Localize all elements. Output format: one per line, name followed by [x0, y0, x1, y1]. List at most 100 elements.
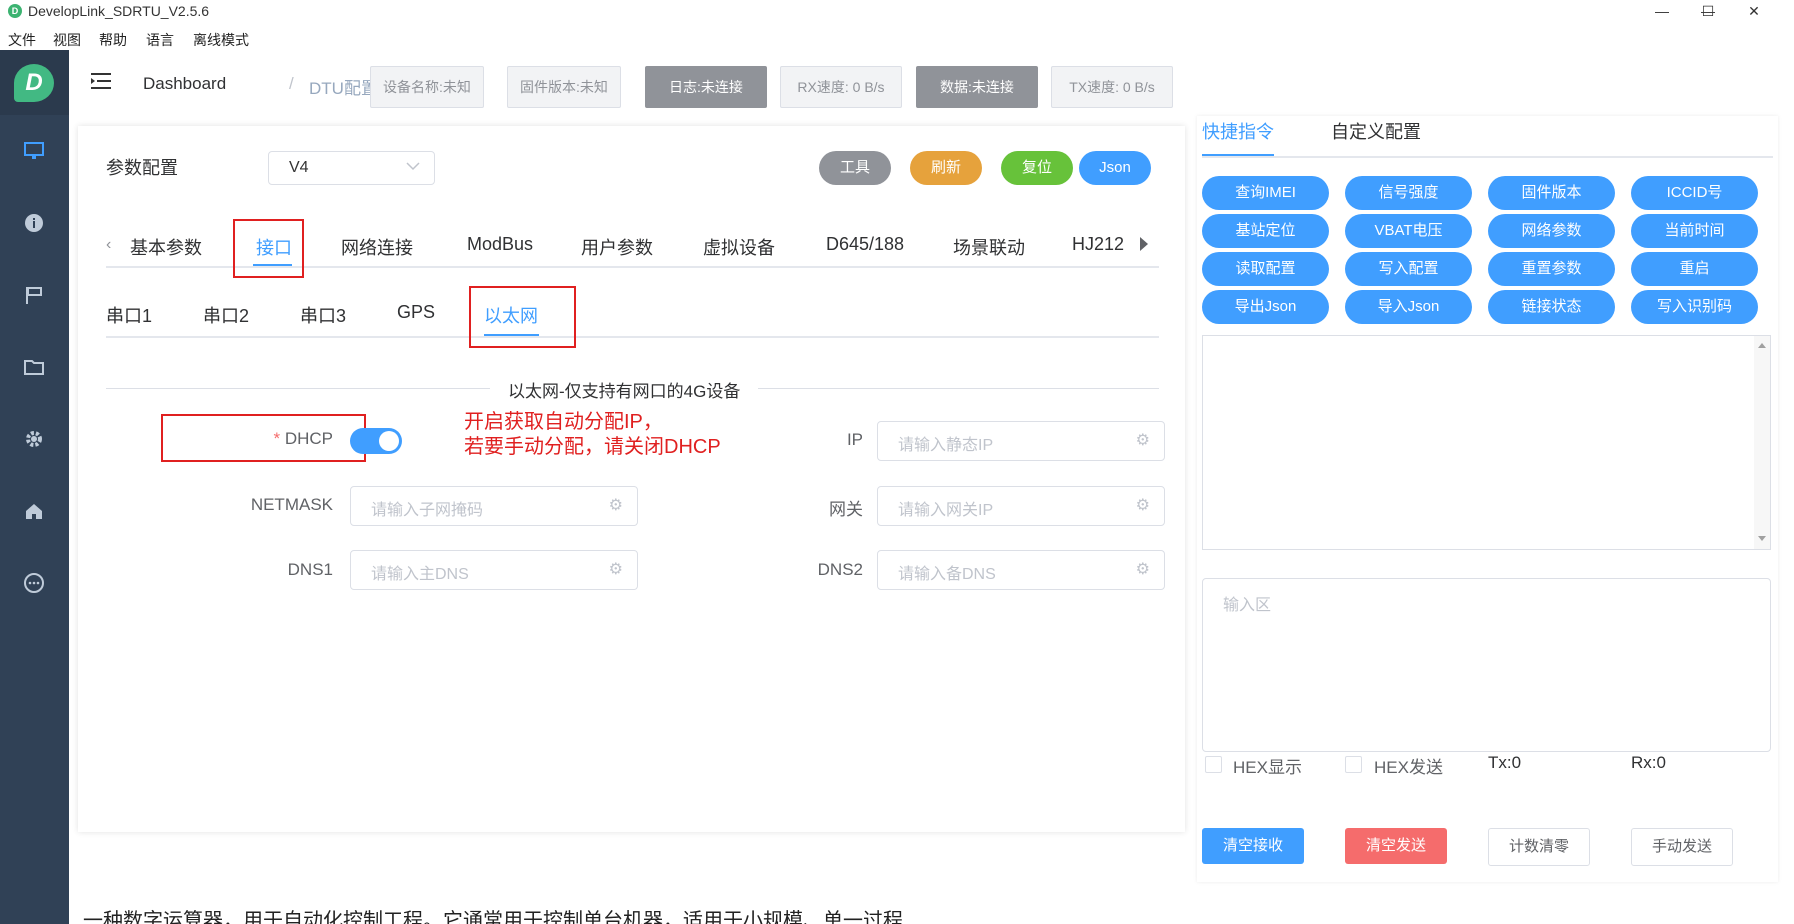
cmd-firmware-version[interactable]: 固件版本 [1488, 176, 1615, 210]
param-config-panel: 参数配置 V4 工具 刷新 复位 Json ‹ 基本参数 接口 网络连接 Mod… [78, 126, 1185, 832]
toggle-knob [379, 431, 399, 451]
tab-serial1[interactable]: 串口1 [106, 302, 152, 328]
cmd-link-status[interactable]: 链接状态 [1488, 290, 1615, 324]
cmd-iccid[interactable]: ICCID号 [1631, 176, 1758, 210]
clear-send-button[interactable]: 清空发送 [1345, 828, 1447, 864]
menu-file[interactable]: 文件 [8, 30, 36, 50]
tab-d645[interactable]: D645/188 [826, 234, 904, 255]
ip-placeholder: 请输入静态IP [898, 437, 994, 454]
tools-button[interactable]: 工具 [819, 151, 891, 185]
hex-display-label: HEX显示 [1233, 758, 1302, 777]
cmd-restart[interactable]: 重启 [1631, 252, 1758, 286]
tab-serial3[interactable]: 串口3 [300, 302, 346, 328]
quick-command-panel: 快捷指令 自定义配置 查询IMEI 信号强度 固件版本 ICCID号 基站定位 … [1197, 116, 1778, 882]
cmd-signal-strength[interactable]: 信号强度 [1345, 176, 1472, 210]
tab-user-params[interactable]: 用户参数 [581, 234, 653, 260]
refresh-button[interactable]: 刷新 [910, 151, 982, 185]
dhcp-label-text: DHCP [284, 429, 333, 448]
gear-icon[interactable]: ⚙ [1136, 559, 1150, 579]
cmd-import-json[interactable]: 导入Json [1345, 290, 1472, 324]
json-button[interactable]: Json [1079, 151, 1151, 185]
receive-area[interactable] [1202, 335, 1771, 550]
gear-icon[interactable]: ⚙ [1136, 430, 1150, 450]
hex-display-checkbox[interactable] [1205, 756, 1222, 773]
reset-button[interactable]: 复位 [1001, 151, 1073, 185]
cmd-write-config[interactable]: 写入配置 [1345, 252, 1472, 286]
window-close-button[interactable]: ✕ [1732, 0, 1776, 22]
panel-title: 参数配置 [106, 158, 178, 178]
menu-help[interactable]: 帮助 [99, 30, 127, 50]
flag-icon[interactable] [22, 284, 46, 308]
cmd-vbat-voltage[interactable]: VBAT电压 [1345, 214, 1472, 248]
tab-network[interactable]: 网络连接 [341, 234, 413, 260]
gateway-input[interactable]: 请输入网关IP ⚙ [877, 486, 1165, 526]
netmask-placeholder: 请输入子网掩码 [371, 502, 484, 519]
tab-basic-params[interactable]: 基本参数 [130, 234, 202, 260]
tab-virtual-device[interactable]: 虚拟设备 [703, 234, 775, 260]
tab-gps[interactable]: GPS [397, 302, 435, 323]
send-input-area[interactable]: 输入区 [1202, 578, 1771, 752]
firmware-badge: 固件版本:未知 [507, 66, 621, 108]
top-bar: Dashboard / DTU配置 设备名称:未知 固件版本:未知 日志:未连接… [69, 50, 1794, 118]
hex-send-checkbox[interactable] [1345, 756, 1362, 773]
breadcrumb-dashboard[interactable]: Dashboard [143, 74, 226, 94]
menu-view[interactable]: 视图 [53, 30, 81, 50]
dns1-input[interactable]: 请输入主DNS ⚙ [350, 550, 638, 590]
cmd-current-time[interactable]: 当前时间 [1631, 214, 1758, 248]
gear-icon[interactable]: ⚙ [609, 559, 623, 579]
version-value: V4 [289, 159, 309, 176]
menu-language[interactable]: 语言 [146, 30, 174, 50]
brand: D [0, 50, 69, 115]
cmd-write-id-code[interactable]: 写入识别码 [1631, 290, 1758, 324]
netmask-input[interactable]: 请输入子网掩码 ⚙ [350, 486, 638, 526]
window-minimize-button[interactable]: — [1640, 0, 1684, 22]
tab-hj212[interactable]: HJ212 [1072, 234, 1124, 255]
send-input-placeholder: 输入区 [1223, 597, 1272, 614]
tab-custom-config[interactable]: 自定义配置 [1331, 118, 1421, 144]
clear-receive-button[interactable]: 清空接收 [1202, 828, 1304, 864]
dhcp-toggle[interactable] [350, 428, 402, 454]
cmd-query-imei[interactable]: 查询IMEI [1202, 176, 1329, 210]
monitor-icon[interactable] [22, 140, 46, 164]
title-bar: D DevelopLink_SDRTU_V2.5.6 — [0, 0, 1794, 24]
folder-icon[interactable] [22, 356, 46, 380]
ip-input[interactable]: 请输入静态IP ⚙ [877, 421, 1165, 461]
home-icon[interactable] [22, 500, 46, 524]
annotation-line-2: 若要手动分配，请关闭DHCP [464, 436, 721, 458]
gear-icon[interactable] [22, 428, 46, 452]
tab-scene-linkage[interactable]: 场景联动 [953, 234, 1025, 260]
hamburger-icon[interactable] [91, 72, 113, 96]
tabs-scroll-right-icon[interactable] [1138, 234, 1150, 259]
tx-speed-badge: TX速度: 0 B/s [1051, 66, 1173, 108]
manual-send-button[interactable]: 手动发送 [1631, 828, 1733, 866]
menu-offline-mode[interactable]: 离线模式 [193, 30, 249, 50]
rx-speed-badge: RX速度: 0 B/s [780, 66, 902, 108]
tabs-scroll-left-icon[interactable]: ‹ [106, 236, 111, 254]
menu-bar: 文件 视图 帮助 语言 离线模式 [0, 26, 1794, 50]
window-title: DevelopLink_SDRTU_V2.5.6 [28, 3, 210, 19]
receive-scrollbar[interactable] [1754, 336, 1770, 549]
log-connect-button[interactable]: 日志:未连接 [645, 66, 767, 108]
tab-serial2[interactable]: 串口2 [203, 302, 249, 328]
gear-icon[interactable]: ⚙ [609, 495, 623, 515]
gear-icon[interactable]: ⚙ [1136, 495, 1150, 515]
tab-quick-commands[interactable]: 快捷指令 [1202, 118, 1274, 144]
chevron-down-icon [406, 156, 420, 179]
cmd-cell-location[interactable]: 基站定位 [1202, 214, 1329, 248]
info-icon[interactable] [22, 212, 46, 236]
version-select[interactable]: V4 [268, 151, 435, 185]
cmd-read-config[interactable]: 读取配置 [1202, 252, 1329, 286]
netmask-label: NETMASK [250, 495, 333, 514]
reset-count-button[interactable]: 计数清零 [1488, 828, 1590, 866]
device-name-badge: 设备名称:未知 [370, 66, 484, 108]
data-connect-button[interactable]: 数据:未连接 [916, 66, 1038, 108]
tab-modbus[interactable]: ModBus [467, 234, 533, 255]
gateway-label: 网关 [829, 500, 863, 519]
chat-icon[interactable] [22, 572, 46, 596]
cmd-reset-params[interactable]: 重置参数 [1488, 252, 1615, 286]
cmd-export-json[interactable]: 导出Json [1202, 290, 1329, 324]
dns2-input[interactable]: 请输入备DNS ⚙ [877, 550, 1165, 590]
cmd-network-params[interactable]: 网络参数 [1488, 214, 1615, 248]
window-maximize-button[interactable]: ☐ [1686, 0, 1730, 22]
dns1-label: DNS1 [287, 560, 333, 579]
